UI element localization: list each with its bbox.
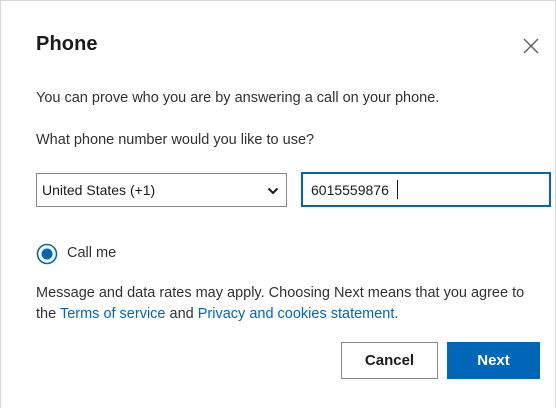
call-me-radio[interactable] bbox=[36, 243, 58, 265]
dialog-left-border bbox=[0, 0, 1, 408]
close-icon bbox=[523, 38, 539, 54]
disclaimer-period: . bbox=[394, 306, 399, 322]
cancel-button[interactable]: Cancel bbox=[341, 342, 438, 379]
chevron-down-icon bbox=[267, 187, 279, 195]
dialog-top-border bbox=[0, 0, 556, 1]
rates-disclaimer: Message and data rates may apply. Choosi… bbox=[36, 283, 536, 325]
phone-question: What phone number would you like to use? bbox=[36, 132, 315, 148]
call-me-label: Call me bbox=[67, 245, 117, 261]
country-code-selected: United States (+1) bbox=[42, 182, 156, 198]
phone-number-input[interactable] bbox=[301, 172, 551, 207]
disclaimer-and: and bbox=[165, 306, 198, 322]
privacy-statement-link[interactable]: Privacy and cookies statement bbox=[198, 306, 395, 322]
dialog-title: Phone bbox=[36, 33, 98, 55]
close-button[interactable] bbox=[518, 33, 544, 59]
radio-selected-icon bbox=[36, 243, 58, 265]
dialog-description: You can prove who you are by answering a… bbox=[36, 90, 440, 106]
terms-of-service-link[interactable]: Terms of service bbox=[60, 306, 166, 322]
next-button[interactable]: Next bbox=[447, 342, 540, 379]
text-caret bbox=[397, 180, 398, 199]
country-code-select[interactable]: United States (+1) bbox=[36, 173, 287, 207]
phone-dialog: Phone You can prove who you are by answe… bbox=[0, 0, 556, 408]
